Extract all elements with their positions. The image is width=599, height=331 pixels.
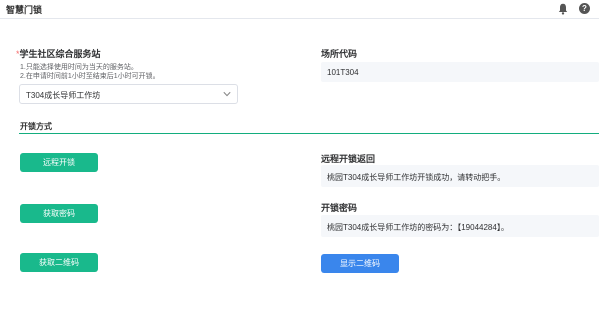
get-password-button[interactable]: 获取密码: [20, 204, 98, 223]
password-field: 桃园T304成长导师工作坊的密码为：【19044284】。: [321, 215, 599, 237]
venue-code-value: 101T304: [327, 68, 359, 77]
chevron-down-icon: [223, 91, 231, 97]
page-title: 智慧门锁: [6, 5, 43, 15]
help-icon[interactable]: ?: [579, 3, 590, 14]
top-bar: 智慧门锁 ?: [0, 0, 599, 19]
venue-code-label: 场所代码: [321, 49, 358, 59]
station-label: *学生社区综合服务站: [16, 47, 101, 60]
remote-result-label: 远程开锁返回: [321, 154, 376, 164]
section-divider: [19, 133, 599, 134]
station-hint-2: 2.在申请时间前1小时至结束后1小时可开锁。: [20, 73, 160, 80]
password-label: 开锁密码: [321, 203, 358, 213]
remote-result-field: 桃园T304成长导师工作坊开锁成功，请转动把手。: [321, 165, 599, 187]
get-qr-code-button[interactable]: 获取二维码: [20, 253, 98, 272]
remote-unlock-button[interactable]: 远程开锁: [20, 153, 98, 172]
station-select[interactable]: T304成长导师工作坊: [19, 84, 238, 104]
password-value: 桃园T304成长导师工作坊的密码为：【19044284】。: [327, 223, 509, 232]
unlock-section-title: 开锁方式: [20, 122, 52, 131]
station-label-text: 学生社区综合服务站: [19, 49, 101, 59]
bell-icon[interactable]: [558, 3, 568, 15]
station-select-value: T304成长导师工作坊: [26, 91, 101, 100]
venue-code-field: 101T304: [321, 62, 599, 82]
remote-result-value: 桃园T304成长导师工作坊开锁成功，请转动把手。: [327, 173, 506, 182]
show-qr-code-button[interactable]: 显示二维码: [321, 254, 399, 273]
